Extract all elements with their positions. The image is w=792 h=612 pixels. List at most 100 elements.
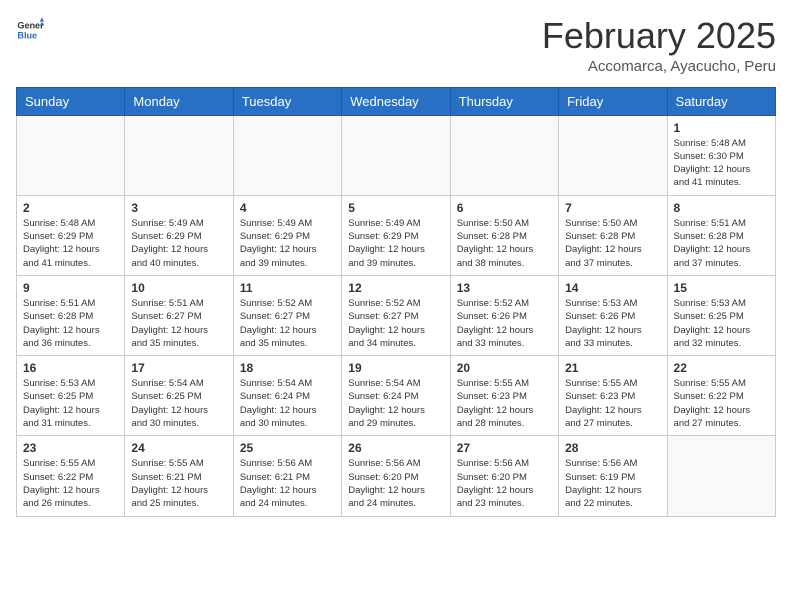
day-number: 16 <box>23 361 118 375</box>
svg-text:Blue: Blue <box>17 30 37 40</box>
calendar-table: Sunday Monday Tuesday Wednesday Thursday… <box>16 87 776 517</box>
day-info: Sunrise: 5:51 AM Sunset: 6:28 PM Dayligh… <box>674 217 769 270</box>
day-info: Sunrise: 5:55 AM Sunset: 6:23 PM Dayligh… <box>565 377 660 430</box>
day-number: 17 <box>131 361 226 375</box>
table-row <box>667 436 775 516</box>
day-info: Sunrise: 5:54 AM Sunset: 6:24 PM Dayligh… <box>348 377 443 430</box>
day-info: Sunrise: 5:56 AM Sunset: 6:21 PM Dayligh… <box>240 457 335 510</box>
table-row: 16 Sunrise: 5:53 AM Sunset: 6:25 PM Dayli… <box>17 356 125 436</box>
table-row: 1Sunrise: 5:48 AM Sunset: 6:30 PM Daylig… <box>667 115 775 195</box>
table-row: 6 Sunrise: 5:50 AM Sunset: 6:28 PM Daylig… <box>450 195 558 275</box>
calendar-week-row: 16 Sunrise: 5:53 AM Sunset: 6:25 PM Dayli… <box>17 356 776 436</box>
day-info: Sunrise: 5:52 AM Sunset: 6:26 PM Dayligh… <box>457 297 552 350</box>
page-header: General Blue General Blue February 2025 … <box>16 16 776 75</box>
day-info: Sunrise: 5:48 AM Sunset: 6:29 PM Dayligh… <box>23 217 118 270</box>
table-row: 26 Sunrise: 5:56 AM Sunset: 6:20 PM Dayli… <box>342 436 450 516</box>
table-row <box>233 115 341 195</box>
day-number: 9 <box>23 281 118 295</box>
col-saturday: Saturday <box>667 87 775 115</box>
title-block: February 2025 Accomarca, Ayacucho, Peru <box>542 16 776 75</box>
table-row: 27 Sunrise: 5:56 AM Sunset: 6:20 PM Dayli… <box>450 436 558 516</box>
table-row <box>450 115 558 195</box>
col-friday: Friday <box>559 87 667 115</box>
day-info: Sunrise: 5:50 AM Sunset: 6:28 PM Dayligh… <box>457 217 552 270</box>
calendar-week-row: 23 Sunrise: 5:55 AM Sunset: 6:22 PM Dayli… <box>17 436 776 516</box>
day-number: 28 <box>565 441 660 455</box>
table-row <box>125 115 233 195</box>
table-row: 10 Sunrise: 5:51 AM Sunset: 6:27 PM Dayli… <box>125 275 233 355</box>
day-number: 27 <box>457 441 552 455</box>
table-row <box>17 115 125 195</box>
day-info: Sunrise: 5:53 AM Sunset: 6:25 PM Dayligh… <box>23 377 118 430</box>
col-monday: Monday <box>125 87 233 115</box>
calendar-week-row: 9 Sunrise: 5:51 AM Sunset: 6:28 PM Daylig… <box>17 275 776 355</box>
table-row <box>342 115 450 195</box>
table-row: 8 Sunrise: 5:51 AM Sunset: 6:28 PM Daylig… <box>667 195 775 275</box>
table-row: 12Sunrise: 5:52 AM Sunset: 6:27 PM Dayli… <box>342 275 450 355</box>
table-row: 18 Sunrise: 5:54 AM Sunset: 6:24 PM Dayli… <box>233 356 341 436</box>
table-row: 3Sunrise: 5:49 AM Sunset: 6:29 PM Daylig… <box>125 195 233 275</box>
day-number: 8 <box>674 201 769 215</box>
day-number: 10 <box>131 281 226 295</box>
day-number: 26 <box>348 441 443 455</box>
day-number: 18 <box>240 361 335 375</box>
day-info: Sunrise: 5:54 AM Sunset: 6:25 PM Dayligh… <box>131 377 226 430</box>
day-info: Sunrise: 5:50 AM Sunset: 6:28 PM Dayligh… <box>565 217 660 270</box>
day-number: 22 <box>674 361 769 375</box>
logo: General Blue General Blue <box>16 16 44 44</box>
table-row <box>559 115 667 195</box>
table-row: 28 Sunrise: 5:56 AM Sunset: 6:19 PM Dayli… <box>559 436 667 516</box>
table-row: 7 Sunrise: 5:50 AM Sunset: 6:28 PM Daylig… <box>559 195 667 275</box>
day-number: 4 <box>240 201 335 215</box>
day-info: Sunrise: 5:54 AM Sunset: 6:24 PM Dayligh… <box>240 377 335 430</box>
day-info: Sunrise: 5:55 AM Sunset: 6:21 PM Dayligh… <box>131 457 226 510</box>
table-row: 15Sunrise: 5:53 AM Sunset: 6:25 PM Dayli… <box>667 275 775 355</box>
day-info: Sunrise: 5:49 AM Sunset: 6:29 PM Dayligh… <box>240 217 335 270</box>
table-row: 19Sunrise: 5:54 AM Sunset: 6:24 PM Dayli… <box>342 356 450 436</box>
day-info: Sunrise: 5:56 AM Sunset: 6:20 PM Dayligh… <box>348 457 443 510</box>
day-info: Sunrise: 5:55 AM Sunset: 6:23 PM Dayligh… <box>457 377 552 430</box>
table-row: 5 Sunrise: 5:49 AM Sunset: 6:29 PM Daylig… <box>342 195 450 275</box>
day-number: 7 <box>565 201 660 215</box>
table-row: 25Sunrise: 5:56 AM Sunset: 6:21 PM Dayli… <box>233 436 341 516</box>
day-info: Sunrise: 5:56 AM Sunset: 6:20 PM Dayligh… <box>457 457 552 510</box>
table-row: 14 Sunrise: 5:53 AM Sunset: 6:26 PM Dayli… <box>559 275 667 355</box>
day-info: Sunrise: 5:51 AM Sunset: 6:28 PM Dayligh… <box>23 297 118 350</box>
day-info: Sunrise: 5:53 AM Sunset: 6:26 PM Dayligh… <box>565 297 660 350</box>
logo-icon: General Blue <box>16 16 44 44</box>
day-number: 23 <box>23 441 118 455</box>
month-year-title: February 2025 <box>542 16 776 56</box>
day-number: 6 <box>457 201 552 215</box>
calendar-week-row: 1Sunrise: 5:48 AM Sunset: 6:30 PM Daylig… <box>17 115 776 195</box>
day-number: 20 <box>457 361 552 375</box>
day-number: 14 <box>565 281 660 295</box>
day-info: Sunrise: 5:48 AM Sunset: 6:30 PM Dayligh… <box>674 137 769 190</box>
day-number: 13 <box>457 281 552 295</box>
day-info: Sunrise: 5:51 AM Sunset: 6:27 PM Dayligh… <box>131 297 226 350</box>
day-info: Sunrise: 5:49 AM Sunset: 6:29 PM Dayligh… <box>131 217 226 270</box>
table-row: 17 Sunrise: 5:54 AM Sunset: 6:25 PM Dayli… <box>125 356 233 436</box>
table-row: 4 Sunrise: 5:49 AM Sunset: 6:29 PM Daylig… <box>233 195 341 275</box>
day-info: Sunrise: 5:55 AM Sunset: 6:22 PM Dayligh… <box>674 377 769 430</box>
col-thursday: Thursday <box>450 87 558 115</box>
day-info: Sunrise: 5:52 AM Sunset: 6:27 PM Dayligh… <box>240 297 335 350</box>
table-row: 13 Sunrise: 5:52 AM Sunset: 6:26 PM Dayli… <box>450 275 558 355</box>
day-info: Sunrise: 5:56 AM Sunset: 6:19 PM Dayligh… <box>565 457 660 510</box>
day-number: 11 <box>240 281 335 295</box>
table-row: 2Sunrise: 5:48 AM Sunset: 6:29 PM Daylig… <box>17 195 125 275</box>
table-row: 9 Sunrise: 5:51 AM Sunset: 6:28 PM Daylig… <box>17 275 125 355</box>
table-row: 11 Sunrise: 5:52 AM Sunset: 6:27 PM Dayli… <box>233 275 341 355</box>
calendar-header-row: Sunday Monday Tuesday Wednesday Thursday… <box>17 87 776 115</box>
col-sunday: Sunday <box>17 87 125 115</box>
day-info: Sunrise: 5:49 AM Sunset: 6:29 PM Dayligh… <box>348 217 443 270</box>
table-row: 21Sunrise: 5:55 AM Sunset: 6:23 PM Dayli… <box>559 356 667 436</box>
table-row: 20 Sunrise: 5:55 AM Sunset: 6:23 PM Dayli… <box>450 356 558 436</box>
day-number: 5 <box>348 201 443 215</box>
day-info: Sunrise: 5:55 AM Sunset: 6:22 PM Dayligh… <box>23 457 118 510</box>
col-wednesday: Wednesday <box>342 87 450 115</box>
col-tuesday: Tuesday <box>233 87 341 115</box>
location-subtitle: Accomarca, Ayacucho, Peru <box>542 58 776 75</box>
calendar-week-row: 2Sunrise: 5:48 AM Sunset: 6:29 PM Daylig… <box>17 195 776 275</box>
table-row: 22 Sunrise: 5:55 AM Sunset: 6:22 PM Dayli… <box>667 356 775 436</box>
day-info: Sunrise: 5:53 AM Sunset: 6:25 PM Dayligh… <box>674 297 769 350</box>
